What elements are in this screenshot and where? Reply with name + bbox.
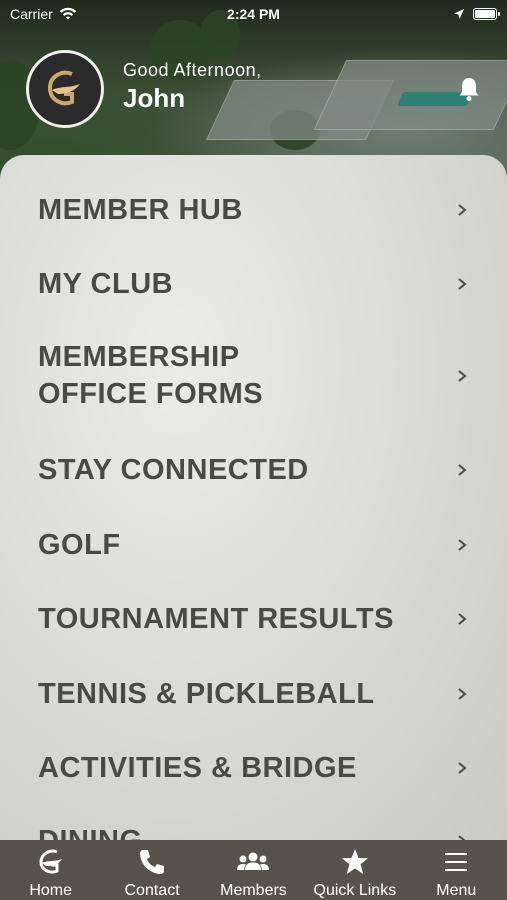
group-icon bbox=[237, 852, 270, 870]
tab-label: Members bbox=[220, 882, 287, 899]
tab-label: Contact bbox=[124, 882, 180, 899]
chevron-right-icon bbox=[458, 204, 467, 216]
chevron-right-icon bbox=[458, 688, 467, 700]
menu-item-member-hub[interactable]: MEMBER HUB bbox=[0, 192, 507, 228]
location-arrow-icon bbox=[454, 9, 464, 19]
bell-icon bbox=[459, 78, 479, 101]
carrier-label: Carrier bbox=[10, 6, 53, 22]
menu-item-tournament-results[interactable]: TOURNAMENT RESULTS bbox=[0, 601, 507, 637]
greeting-text: Good Afternoon, bbox=[123, 60, 262, 80]
tab-contact[interactable]: Contact bbox=[102, 840, 203, 900]
star-icon bbox=[341, 849, 368, 874]
chevron-right-icon bbox=[458, 464, 467, 476]
chevron-right-icon bbox=[458, 613, 467, 625]
status-bar: Carrier 2:24 PM bbox=[0, 0, 507, 28]
menu-item-tennis-pickleball[interactable]: TENNIS & PICKLEBALL bbox=[0, 676, 507, 712]
menu-item-my-club[interactable]: MY CLUB bbox=[0, 266, 507, 302]
club-logo-icon bbox=[39, 849, 62, 874]
greeting-header: Good Afternoon, John bbox=[0, 40, 507, 140]
tab-home[interactable]: Home bbox=[0, 840, 101, 900]
bottom-tab-bar: Home Contact Members Quick Links Menu bbox=[0, 840, 507, 900]
hamburger-icon bbox=[445, 853, 468, 871]
battery-icon bbox=[473, 8, 500, 20]
menu-item-label: MEMBER HUB bbox=[38, 193, 243, 226]
chevron-right-icon bbox=[458, 370, 467, 382]
menu-item-membership-office-forms[interactable]: MEMBERSHIP OFFICE FORMS bbox=[0, 339, 507, 413]
wifi-icon bbox=[59, 7, 76, 20]
notifications-button[interactable] bbox=[458, 76, 480, 107]
club-logo-avatar[interactable] bbox=[26, 50, 104, 128]
status-time: 2:24 PM bbox=[227, 6, 280, 22]
chevron-right-icon bbox=[458, 278, 467, 290]
menu-item-label: TOURNAMENT RESULTS bbox=[38, 602, 394, 635]
tab-members[interactable]: Members bbox=[203, 840, 304, 900]
menu-item-label: TENNIS & PICKLEBALL bbox=[38, 677, 375, 710]
menu-item-label: ACTIVITIES & BRIDGE bbox=[38, 751, 357, 784]
menu-item-label: MY CLUB bbox=[38, 267, 174, 300]
tab-label: Home bbox=[29, 882, 73, 899]
main-menu-panel: MEMBER HUB MY CLUB MEMBERSHIP OFFICE FOR… bbox=[0, 155, 507, 845]
menu-item-activities-bridge[interactable]: ACTIVITIES & BRIDGE bbox=[0, 750, 507, 786]
phone-icon bbox=[140, 850, 165, 874]
club-logo-icon bbox=[47, 70, 80, 106]
user-name: John bbox=[123, 83, 186, 113]
tab-menu[interactable]: Menu bbox=[406, 840, 507, 900]
menu-item-label: STAY CONNECTED bbox=[38, 453, 309, 486]
menu-item-golf[interactable]: GOLF bbox=[0, 527, 507, 563]
chevron-right-icon bbox=[458, 539, 467, 551]
menu-item-label: GOLF bbox=[38, 528, 121, 561]
menu-item-stay-connected[interactable]: STAY CONNECTED bbox=[0, 452, 507, 488]
menu-item-label: MEMBERSHIP OFFICE FORMS bbox=[38, 341, 264, 410]
tab-quick-links[interactable]: Quick Links bbox=[304, 840, 405, 900]
tab-label: Quick Links bbox=[313, 882, 397, 899]
chevron-right-icon bbox=[458, 762, 467, 774]
tab-label: Menu bbox=[436, 882, 477, 899]
